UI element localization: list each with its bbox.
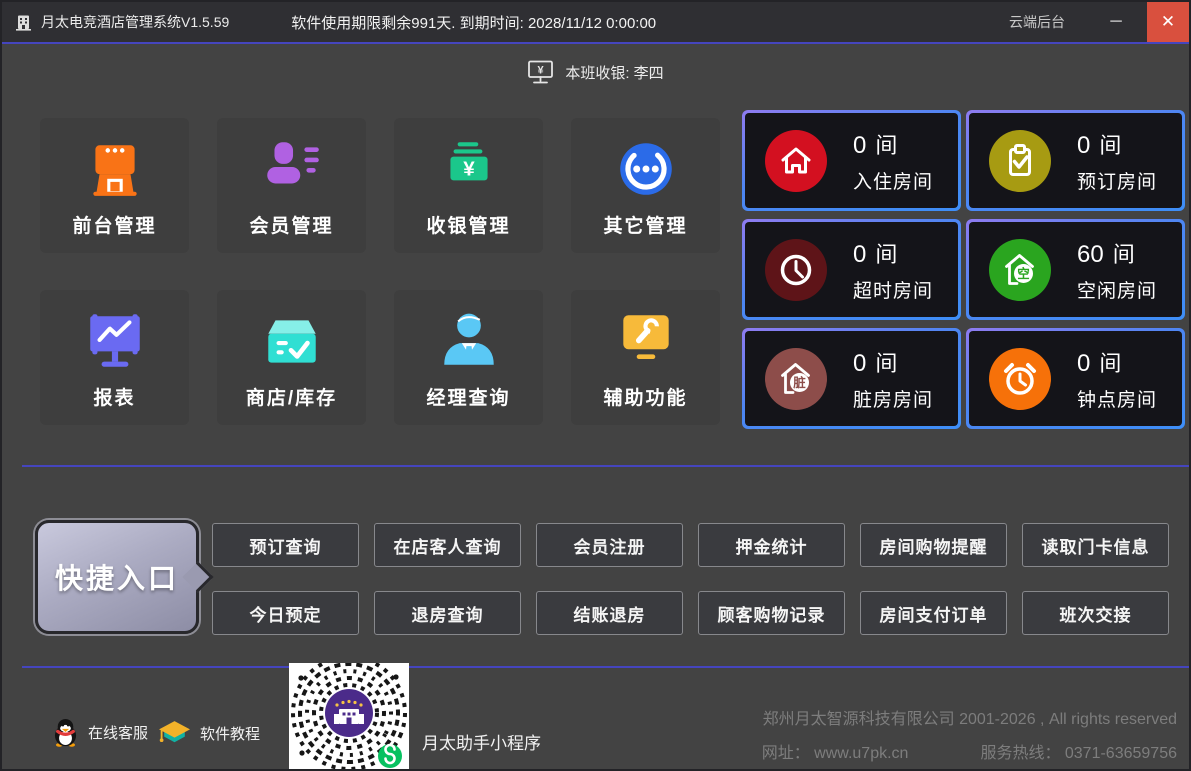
module-label: 前台管理: [72, 211, 156, 238]
stat-card-reserved[interactable]: 0间 预订房间: [966, 110, 1185, 211]
storefront-icon: [80, 134, 150, 204]
module-label: 会员管理: [249, 211, 333, 238]
manager-icon: [434, 306, 504, 376]
module-label: 经理查询: [426, 383, 510, 410]
stat-count: 0间: [1077, 346, 1157, 378]
stat-count: 0间: [853, 128, 933, 160]
cashier-label: 本班收银: 李四: [565, 62, 663, 83]
quick-button-today-reservation[interactable]: 今日预定: [212, 591, 359, 635]
divider: [22, 465, 1189, 467]
module-label: 其它管理: [603, 211, 687, 238]
cash-icon: ¥: [434, 134, 504, 204]
stat-count: 60间: [1077, 237, 1157, 269]
stat-label: 钟点房间: [1077, 385, 1157, 412]
module-label: 商店/库存: [246, 383, 337, 410]
clipboard-check-icon: [989, 130, 1051, 192]
module-tile-reports[interactable]: 报表: [40, 290, 189, 425]
module-label: 收银管理: [426, 211, 510, 238]
stat-count: 0间: [853, 346, 933, 378]
module-label: 报表: [93, 383, 135, 410]
app-window: 月太电竞酒店管理系统V1.5.59 软件使用期限剩余991天. 到期时间: 20…: [0, 0, 1191, 771]
quick-button-in-house-guest-query[interactable]: 在店客人查询: [374, 523, 521, 567]
stat-label: 预订房间: [1077, 167, 1157, 194]
quick-button-room-payment-orders[interactable]: 房间支付订单: [860, 591, 1007, 635]
stat-label: 入住房间: [853, 167, 933, 194]
svg-text:空: 空: [1017, 266, 1030, 281]
quick-entry-arrow: [182, 561, 213, 592]
module-tile-cashier[interactable]: ¥ 收银管理: [394, 118, 543, 253]
cashier-banner: ¥ 本班收银: 李四: [2, 56, 1189, 88]
quick-button-settle-checkout[interactable]: 结账退房: [536, 591, 683, 635]
clock-icon: [765, 239, 827, 301]
ellipsis-circle-icon: [611, 134, 681, 204]
quick-button-reservation-query[interactable]: 预订查询: [212, 523, 359, 567]
quick-button-shift-handover[interactable]: 班次交接: [1022, 591, 1169, 635]
stat-label: 超时房间: [853, 276, 933, 303]
report-chart-icon: [80, 306, 150, 376]
stat-label: 空闲房间: [1077, 276, 1157, 303]
tutorial-label: 软件教程: [200, 723, 260, 744]
mini-program-label: 月太助手小程序: [422, 729, 541, 754]
alarm-clock-icon: [989, 348, 1051, 410]
quick-button-member-register[interactable]: 会员注册: [536, 523, 683, 567]
module-tile-members[interactable]: 会员管理: [217, 118, 366, 253]
quick-button-customer-purchase-records[interactable]: 顾客购物记录: [698, 591, 845, 635]
tutorial-link[interactable]: 软件教程: [158, 720, 260, 747]
inventory-box-icon: [257, 306, 327, 376]
stat-card-dirty[interactable]: 脏 0间 脏房房间: [742, 328, 961, 429]
titlebar: 月太电竞酒店管理系统V1.5.59 软件使用期限剩余991天. 到期时间: 20…: [2, 2, 1189, 44]
module-tile-other[interactable]: 其它管理: [571, 118, 720, 253]
svg-text:¥: ¥: [538, 65, 545, 77]
stat-card-vacant[interactable]: 空 60间 空闲房间: [966, 219, 1185, 320]
members-icon: [257, 134, 327, 204]
website-label: 网址： www.u7pk.cn: [762, 739, 909, 763]
minimize-button[interactable]: ─: [1099, 13, 1133, 31]
module-tile-aux-functions[interactable]: 辅助功能: [571, 290, 720, 425]
module-tile-front-desk[interactable]: 前台管理: [40, 118, 189, 253]
qq-penguin-icon: [52, 718, 79, 747]
app-logo-icon: [15, 14, 32, 31]
module-tile-store-inventory[interactable]: 商店/库存: [217, 290, 366, 425]
mini-program-qr-code[interactable]: [289, 663, 409, 771]
stat-card-occupied[interactable]: 0间 入住房间: [742, 110, 961, 211]
graduation-cap-icon: [158, 720, 191, 747]
cloud-backend-link[interactable]: 云端后台: [1009, 12, 1065, 32]
quick-button-room-shopping-reminder[interactable]: 房间购物提醒: [860, 523, 1007, 567]
close-button[interactable]: ✕: [1147, 2, 1189, 42]
module-grid: 前台管理 会员管理 ¥ 收银管理 其它管理 报表: [40, 118, 720, 425]
quick-button-read-door-card[interactable]: 读取门卡信息: [1022, 523, 1169, 567]
license-info: 软件使用期限剩余991天. 到期时间: 2028/11/12 0:00:00: [291, 12, 656, 33]
window-title: 月太电竞酒店管理系统V1.5.59: [41, 12, 229, 32]
dirty-house-icon: 脏: [765, 348, 827, 410]
quick-entry-title: 快捷入口: [55, 557, 179, 597]
wrench-screen-icon: [611, 306, 681, 376]
stat-count: 0间: [853, 237, 933, 269]
quick-buttons-row-1: 预订查询 在店客人查询 会员注册 押金统计 房间购物提醒 读取门卡信息: [212, 523, 1169, 567]
svg-text:脏: 脏: [793, 375, 806, 390]
stat-card-overtime[interactable]: 0间 超时房间: [742, 219, 961, 320]
stat-card-hourly[interactable]: 0间 钟点房间: [966, 328, 1185, 429]
divider: [22, 666, 1189, 668]
quick-button-checkout-query[interactable]: 退房查询: [374, 591, 521, 635]
stat-label: 脏房房间: [853, 385, 933, 412]
copyright-line: 郑州月太智源科技有限公司 2001-2026 , All rights rese…: [762, 705, 1177, 729]
svg-text:¥: ¥: [463, 158, 475, 181]
quick-entry-badge: 快捷入口: [35, 520, 199, 634]
vacant-house-icon: 空: [989, 239, 1051, 301]
online-service-label: 在线客服: [88, 722, 148, 743]
quick-buttons-row-2: 今日预定 退房查询 结账退房 顾客购物记录 房间支付订单 班次交接: [212, 591, 1169, 635]
quick-button-deposit-stats[interactable]: 押金统计: [698, 523, 845, 567]
module-label: 辅助功能: [603, 383, 687, 410]
module-tile-manager-query[interactable]: 经理查询: [394, 290, 543, 425]
online-service-link[interactable]: 在线客服: [52, 718, 148, 747]
house-icon: [765, 130, 827, 192]
copyright-block: 郑州月太智源科技有限公司 2001-2026 , All rights rese…: [762, 705, 1177, 763]
stat-count: 0间: [1077, 128, 1157, 160]
cashier-monitor-icon: ¥: [527, 59, 554, 85]
hotline-label: 服务热线： 0371-63659756: [980, 739, 1177, 763]
room-stats-grid: 0间 入住房间 0间 预订房间: [742, 110, 1185, 429]
